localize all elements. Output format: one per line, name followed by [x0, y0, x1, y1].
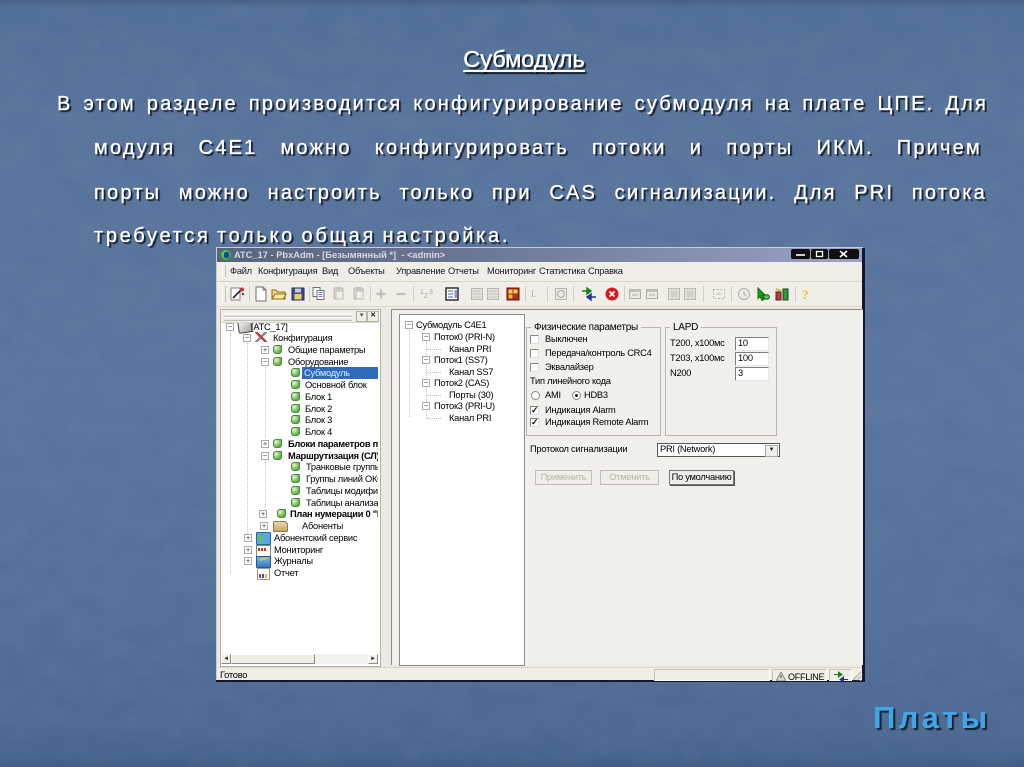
svg-text:I.: I.: [531, 289, 536, 299]
svg-text:3: 3: [429, 289, 433, 296]
svg-text:2: 2: [424, 293, 428, 300]
svg-text:?: ?: [802, 287, 808, 302]
